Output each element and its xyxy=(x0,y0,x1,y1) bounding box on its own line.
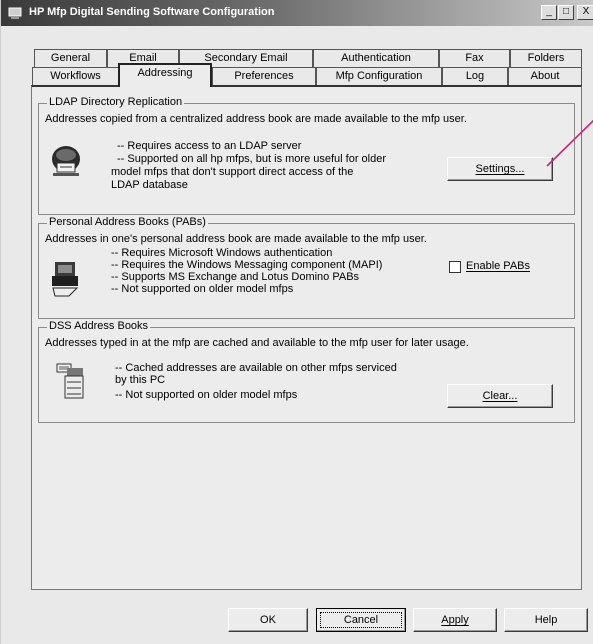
dss-group-title: DSS Address Books xyxy=(47,320,151,332)
pab-description: Addresses in one's personal address book… xyxy=(45,233,427,245)
pab-bullet-4: -- Not supported on older model mfps xyxy=(111,283,294,295)
title-bar[interactable]: HP Mfp Digital Sending Software Configur… xyxy=(1,0,593,26)
dss-group: DSS Address Books Addresses typed in at … xyxy=(38,320,575,423)
app-icon xyxy=(8,7,22,19)
clear-button-label: Clear... xyxy=(482,390,518,402)
ldap-group: LDAP Directory Replication Addresses cop… xyxy=(38,96,575,215)
maximize-button[interactable]: □ xyxy=(558,5,574,20)
settings-button[interactable]: Settings... xyxy=(447,157,553,181)
pab-bullet-1: -- Requires Microsoft Windows authentica… xyxy=(111,247,333,259)
enable-pabs-label[interactable]: Enable PABs xyxy=(466,260,530,272)
apply-button-label: Apply xyxy=(441,614,469,626)
minimize-button[interactable]: _ xyxy=(541,5,557,20)
tab-preferences[interactable]: Preferences xyxy=(212,67,316,85)
enable-pabs-checkbox[interactable] xyxy=(449,261,461,273)
config-window: HP Mfp Digital Sending Software Configur… xyxy=(0,0,593,644)
clear-button[interactable]: Clear... xyxy=(447,384,553,408)
tab-authentication[interactable]: Authentication xyxy=(313,49,439,67)
tab-about[interactable]: About xyxy=(508,67,582,85)
ldap-bullet-1: -- Requires access to an LDAP server xyxy=(117,140,302,152)
ldap-server-icon xyxy=(52,146,80,176)
tab-fax[interactable]: Fax xyxy=(439,49,510,67)
ldap-bullet-2b: model mfps that don't support direct acc… xyxy=(111,166,354,178)
tab-folders[interactable]: Folders xyxy=(510,49,582,67)
apply-button[interactable]: Apply xyxy=(413,608,497,632)
tab-workflows[interactable]: Workflows xyxy=(32,67,119,85)
close-button[interactable]: X xyxy=(577,5,593,20)
cancel-button[interactable]: Cancel xyxy=(316,608,406,632)
dss-bullet-1b: by this PC xyxy=(115,374,166,386)
mfp-device-icon xyxy=(56,363,84,399)
ldap-bullet-2a: -- Supported on all hp mfps, but is more… xyxy=(117,153,387,165)
ldap-description: Addresses copied from a centralized addr… xyxy=(45,113,467,125)
pab-group-title: Personal Address Books (PABs) xyxy=(47,216,208,228)
ldap-group-title: LDAP Directory Replication xyxy=(47,96,185,108)
dss-description: Addresses typed in at the mfp are cached… xyxy=(45,337,469,349)
pab-group: Personal Address Books (PABs) Addresses … xyxy=(38,216,575,319)
tab-mfp-configuration[interactable]: Mfp Configuration xyxy=(316,67,442,85)
dss-bullet-2: -- Not supported on older model mfps xyxy=(115,389,298,401)
tab-general[interactable]: General xyxy=(34,49,107,67)
tab-log[interactable]: Log xyxy=(442,67,508,85)
ok-button[interactable]: OK xyxy=(228,608,308,632)
help-button[interactable]: Help xyxy=(504,608,588,632)
addressing-panel: LDAP Directory Replication Addresses cop… xyxy=(31,85,582,590)
pab-bullet-2: -- Requires the Windows Messaging compon… xyxy=(111,259,383,271)
dss-bullet-1a: -- Cached addresses are available on oth… xyxy=(115,362,397,374)
window-title: HP Mfp Digital Sending Software Configur… xyxy=(29,6,275,18)
ldap-bullet-2c: LDAP database xyxy=(111,179,188,191)
callout-pointer-line xyxy=(546,119,593,167)
settings-button-label: Settings... xyxy=(475,163,525,175)
pab-bullet-3: -- Supports MS Exchange and Lotus Domino… xyxy=(111,271,360,283)
address-book-icon xyxy=(52,262,79,297)
tab-addressing[interactable]: Addressing xyxy=(118,63,212,87)
